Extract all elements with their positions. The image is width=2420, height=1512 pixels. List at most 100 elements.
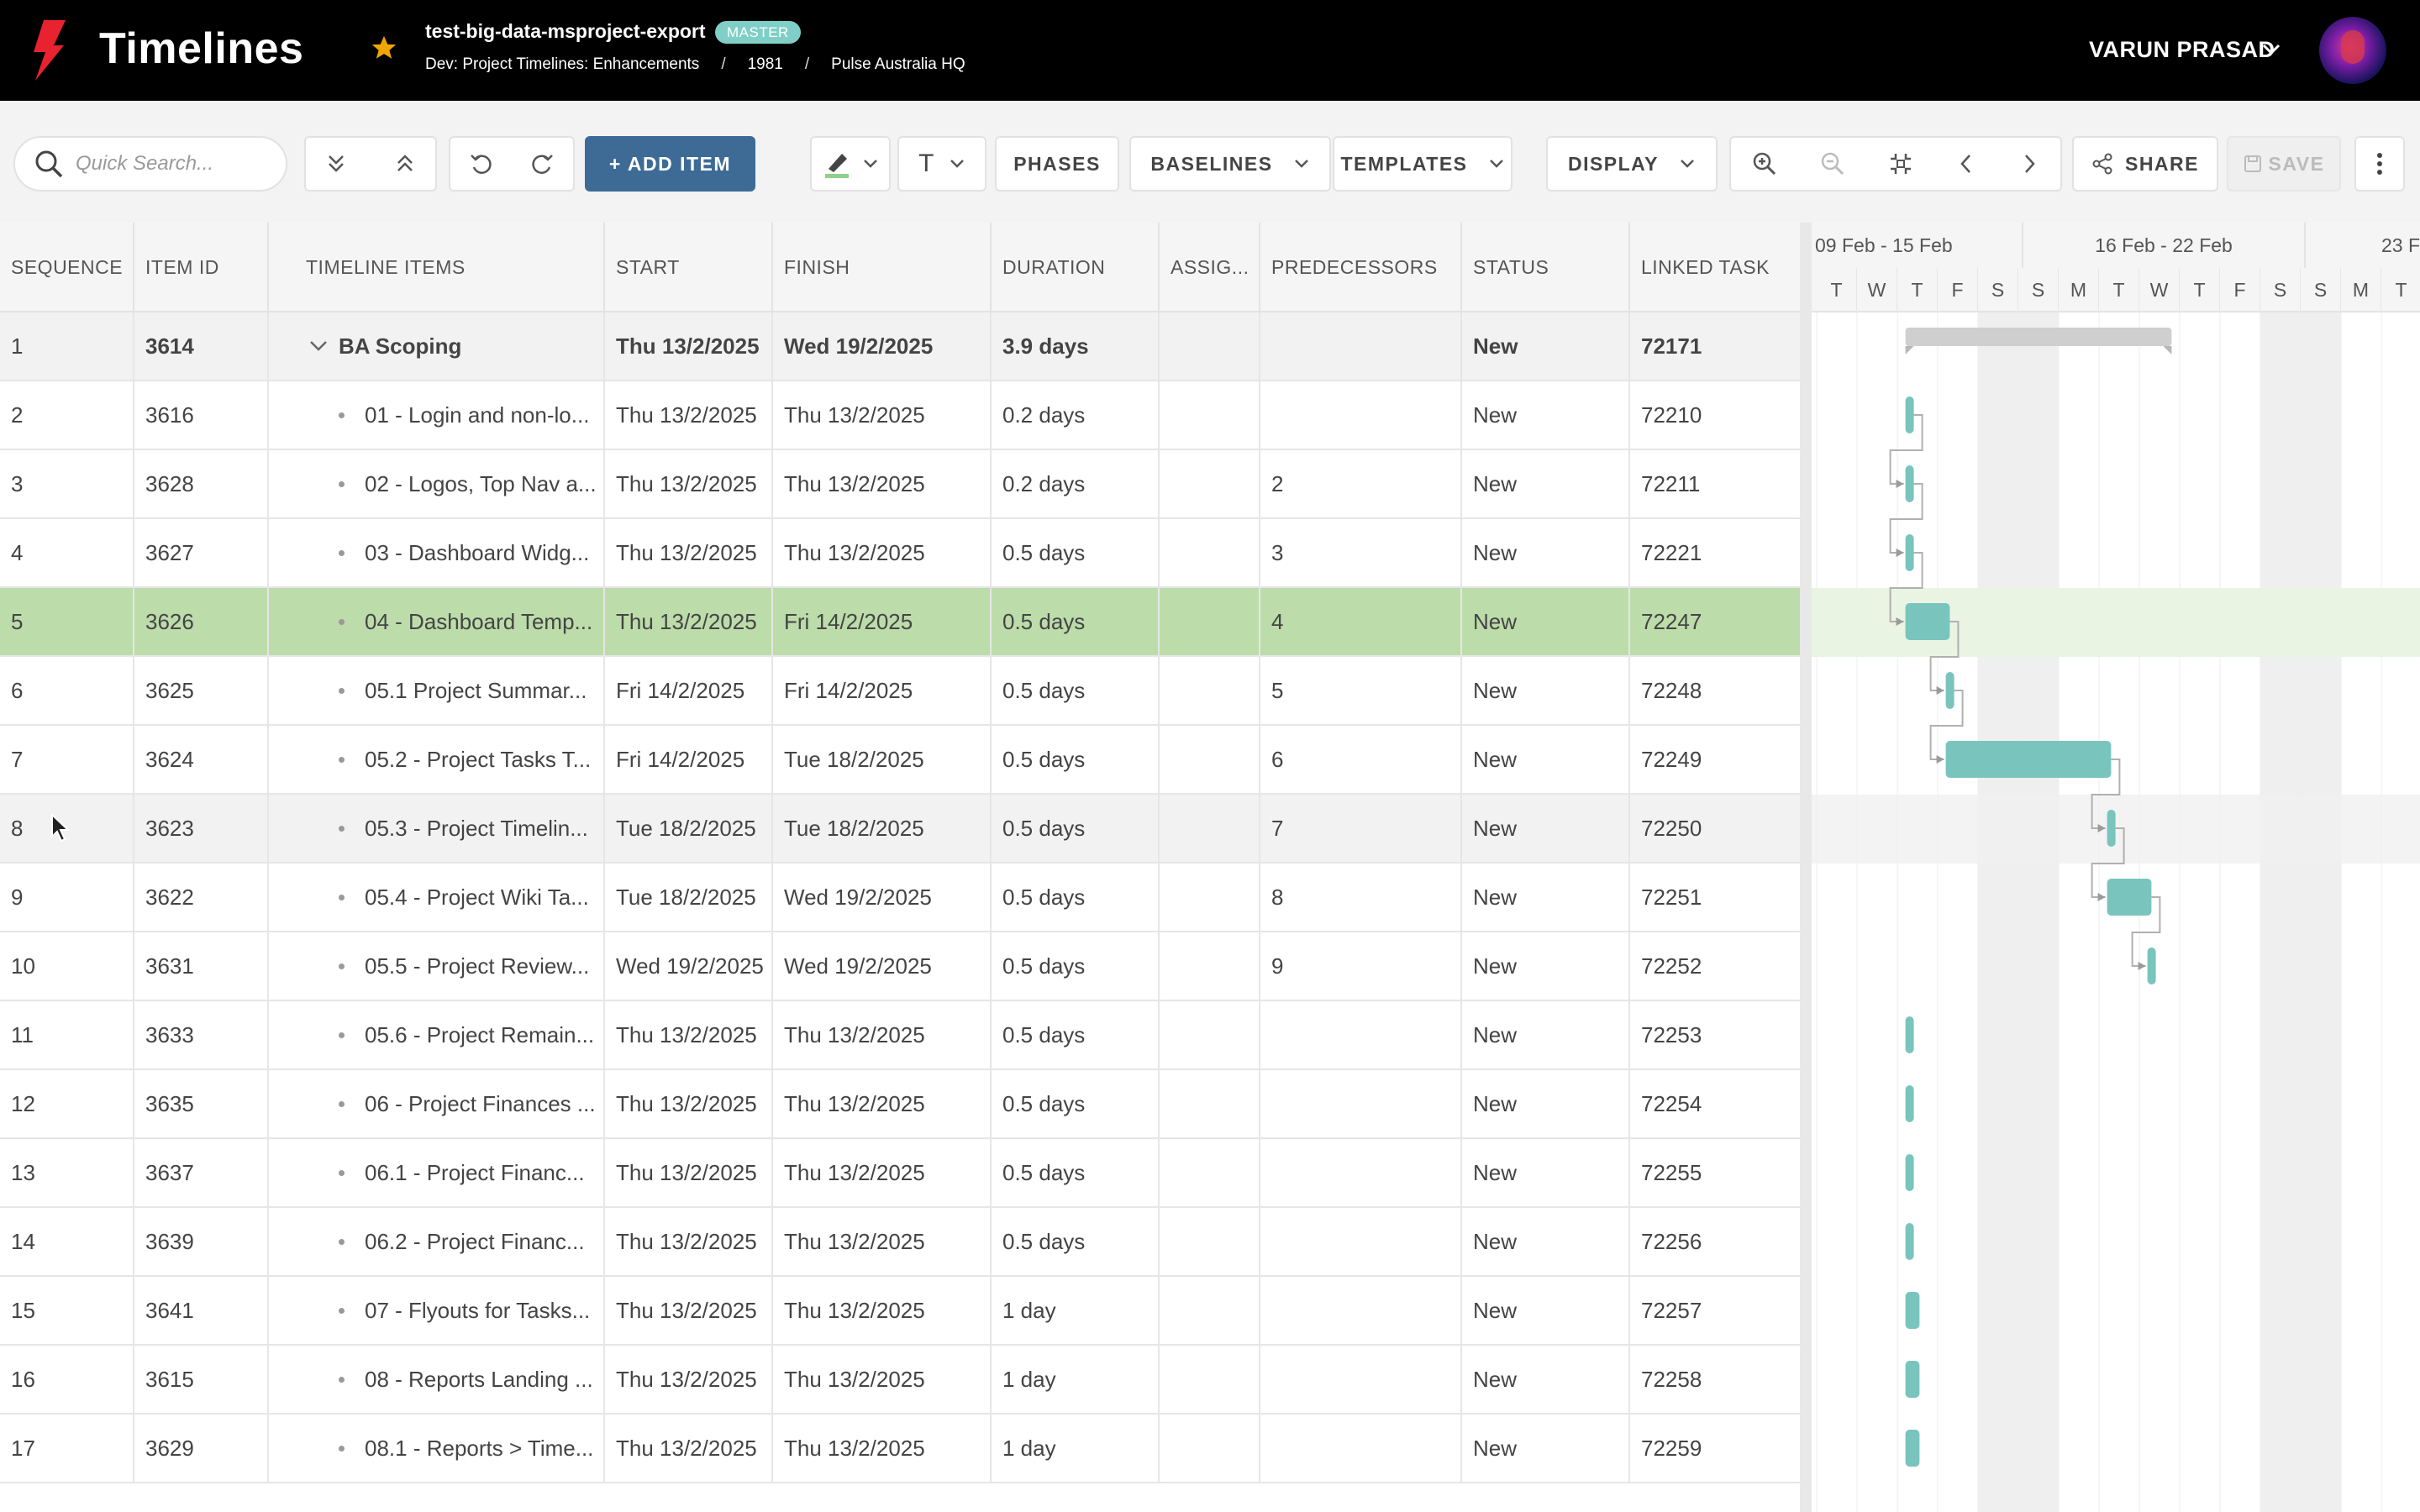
add-item-button[interactable]: + ADD ITEM [585, 136, 755, 192]
cell-sequence[interactable]: 2 [0, 381, 134, 449]
highlight-color-button[interactable] [810, 136, 891, 192]
cell-sequence[interactable]: 11 [0, 1001, 134, 1068]
cell-status[interactable]: New [1462, 588, 1630, 655]
cell-item-id[interactable]: 3641 [134, 1277, 269, 1344]
cell-predecessors[interactable]: 3 [1260, 519, 1462, 586]
breadcrumb-item-id[interactable]: 1981 [748, 55, 783, 74]
cell-finish[interactable]: Thu 13/2/2025 [773, 1346, 992, 1413]
cell-start[interactable]: Thu 13/2/2025 [605, 1208, 773, 1275]
cell-timeline-item[interactable]: 02 - Logos, Top Nav a... [269, 450, 605, 517]
cell-predecessors[interactable] [1260, 1208, 1462, 1275]
table-row[interactable]: 3 3628 02 - Logos, Top Nav a... Thu 13/2/20… [0, 450, 1800, 519]
cell-finish[interactable]: Thu 13/2/2025 [773, 450, 992, 517]
table-row[interactable]: 2 3616 01 - Login and non-lo... Thu 13/2/20… [0, 381, 1800, 450]
cell-status[interactable]: New [1462, 1208, 1630, 1275]
cell-sequence[interactable]: 7 [0, 726, 134, 793]
column-header-linked-task[interactable]: LINKED TASK [1630, 223, 1800, 312]
cell-duration[interactable]: 0.2 days [992, 381, 1160, 449]
cell-item-id[interactable]: 3629 [134, 1415, 269, 1482]
breadcrumb-item-workspace[interactable]: Dev: Project Timelines: Enhancements [425, 55, 699, 74]
cell-linked-task[interactable]: 72258 [1630, 1346, 1800, 1413]
cell-start[interactable]: Thu 13/2/2025 [605, 312, 773, 380]
column-header-predecessors[interactable]: PREDECESSORS [1260, 223, 1462, 312]
user-menu-name[interactable]: VARUN PRASAD [2089, 37, 2275, 63]
cell-item-id[interactable]: 3624 [134, 726, 269, 793]
cell-duration[interactable]: 0.5 days [992, 932, 1160, 1000]
column-header-duration[interactable]: DURATION [992, 223, 1160, 312]
cell-start[interactable]: Fri 14/2/2025 [605, 657, 773, 724]
chevron-left-icon[interactable] [1956, 151, 1976, 176]
collapse-all-icon[interactable] [392, 151, 418, 176]
cell-item-id[interactable]: 3614 [134, 312, 269, 380]
cell-duration[interactable]: 1 day [992, 1277, 1160, 1344]
project-name[interactable]: test-big-data-msproject-export [425, 20, 706, 43]
cell-status[interactable]: New [1462, 519, 1630, 586]
cell-item-id[interactable]: 3628 [134, 450, 269, 517]
cell-timeline-item[interactable]: 06.2 - Project Financ... [269, 1208, 605, 1275]
cell-assigned[interactable] [1160, 657, 1260, 724]
cell-status[interactable]: New [1462, 381, 1630, 449]
cell-predecessors[interactable]: 5 [1260, 657, 1462, 724]
cell-assigned[interactable] [1160, 519, 1260, 586]
cell-duration[interactable]: 0.5 days [992, 864, 1160, 931]
cell-linked-task[interactable]: 72211 [1630, 450, 1800, 517]
cell-linked-task[interactable]: 72251 [1630, 864, 1800, 931]
cell-assigned[interactable] [1160, 1139, 1260, 1206]
table-row[interactable]: 17 3629 08.1 - Reports > Time... Thu 13/2/2… [0, 1415, 1800, 1483]
cell-finish[interactable]: Wed 19/2/2025 [773, 312, 992, 380]
cell-finish[interactable]: Thu 13/2/2025 [773, 1070, 992, 1137]
cell-duration[interactable]: 0.5 days [992, 795, 1160, 862]
cell-timeline-item[interactable]: 05.1 Project Summar... [269, 657, 605, 724]
cell-assigned[interactable] [1160, 1277, 1260, 1344]
cell-assigned[interactable] [1160, 795, 1260, 862]
cell-sequence[interactable]: 13 [0, 1139, 134, 1206]
redo-icon[interactable] [530, 151, 555, 176]
column-header-start[interactable]: START [605, 223, 773, 312]
cell-status[interactable]: New [1462, 1070, 1630, 1137]
cell-linked-task[interactable]: 72254 [1630, 1070, 1800, 1137]
cell-linked-task[interactable]: 72255 [1630, 1139, 1800, 1206]
collapse-chevron-icon[interactable] [308, 336, 329, 356]
cell-duration[interactable]: 0.5 days [992, 1001, 1160, 1068]
cell-item-id[interactable]: 3626 [134, 588, 269, 655]
cell-duration[interactable]: 1 day [992, 1415, 1160, 1482]
table-row[interactable]: 9 3622 05.4 - Project Wiki Ta... Tue 18/2/2… [0, 864, 1800, 932]
cell-predecessors[interactable] [1260, 381, 1462, 449]
cell-status[interactable]: New [1462, 1277, 1630, 1344]
table-row[interactable]: 11 3633 05.6 - Project Remain... Thu 13/2/2… [0, 1001, 1800, 1070]
column-header-timeline-items[interactable]: TIMELINE ITEMS [269, 223, 605, 312]
cell-assigned[interactable] [1160, 1346, 1260, 1413]
cell-timeline-item[interactable]: 08.1 - Reports > Time... [269, 1415, 605, 1482]
cell-finish[interactable]: Thu 13/2/2025 [773, 1139, 992, 1206]
cell-sequence[interactable]: 12 [0, 1070, 134, 1137]
cell-assigned[interactable] [1160, 588, 1260, 655]
cell-duration[interactable]: 0.5 days [992, 1139, 1160, 1206]
cell-linked-task[interactable]: 72252 [1630, 932, 1800, 1000]
cell-timeline-item[interactable]: 05.2 - Project Tasks T... [269, 726, 605, 793]
favorite-star-icon[interactable] [370, 34, 398, 62]
column-header-finish[interactable]: FINISH [773, 223, 992, 312]
cell-timeline-item[interactable]: 01 - Login and non-lo... [269, 381, 605, 449]
table-row[interactable]: 1 3614 BA Scoping Thu 13/2/2025 Wed 19/2/202… [0, 312, 1800, 381]
cell-item-id[interactable]: 3625 [134, 657, 269, 724]
cell-predecessors[interactable]: 8 [1260, 864, 1462, 931]
cell-finish[interactable]: Tue 18/2/2025 [773, 795, 992, 862]
table-row[interactable]: 4 3627 03 - Dashboard Widg... Thu 13/2/2025… [0, 519, 1800, 588]
cell-finish[interactable]: Thu 13/2/2025 [773, 1277, 992, 1344]
cell-item-id[interactable]: 3622 [134, 864, 269, 931]
cell-predecessors[interactable]: 6 [1260, 726, 1462, 793]
cell-start[interactable]: Thu 13/2/2025 [605, 588, 773, 655]
display-dropdown[interactable]: DISPLAY [1546, 136, 1718, 192]
cell-start[interactable]: Thu 13/2/2025 [605, 519, 773, 586]
undo-icon[interactable] [468, 151, 493, 176]
cell-start[interactable]: Thu 13/2/2025 [605, 381, 773, 449]
avatar[interactable] [2319, 17, 2386, 84]
cell-duration[interactable]: 0.5 days [992, 726, 1160, 793]
cell-linked-task[interactable]: 72247 [1630, 588, 1800, 655]
table-row[interactable]: 8 3623 05.3 - Project Timelin... Tue 18/2/2… [0, 795, 1800, 864]
cell-predecessors[interactable]: 9 [1260, 932, 1462, 1000]
cell-duration[interactable]: 0.5 days [992, 1208, 1160, 1275]
cell-timeline-item[interactable]: 08 - Reports Landing ... [269, 1346, 605, 1413]
cell-start[interactable]: Thu 13/2/2025 [605, 1139, 773, 1206]
cell-duration[interactable]: 1 day [992, 1346, 1160, 1413]
